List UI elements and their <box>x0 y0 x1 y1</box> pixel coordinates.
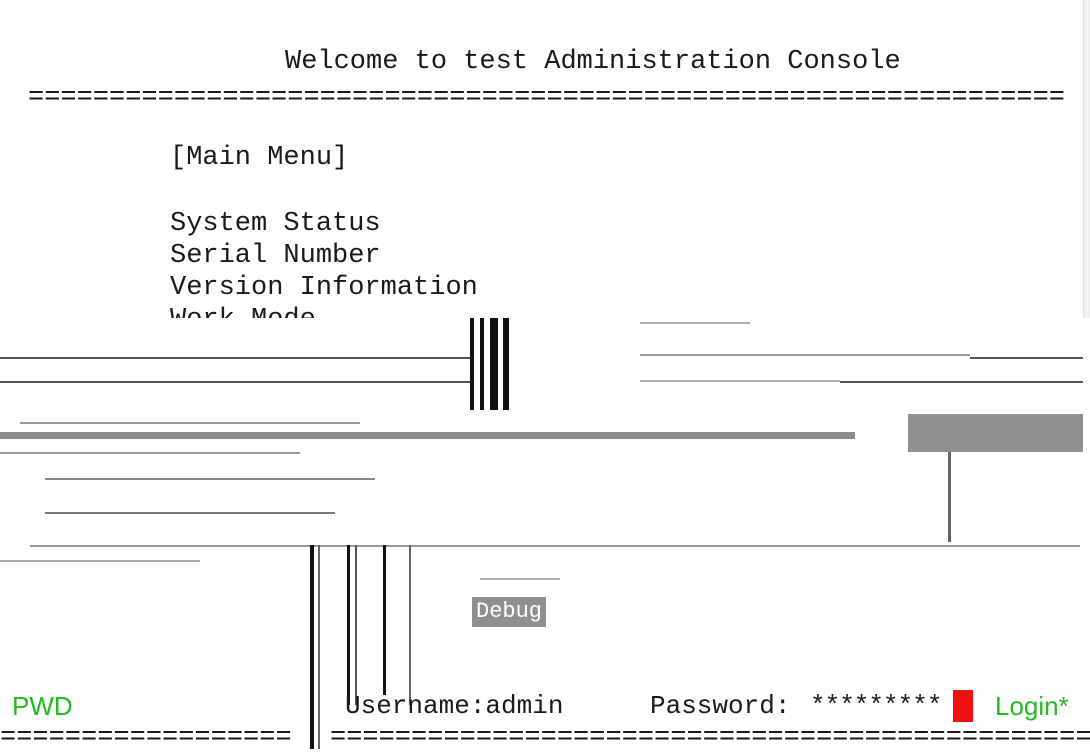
bottom-divider-left: ================== <box>0 723 292 753</box>
pwd-shortcut-key[interactable]: PWD <box>12 690 73 722</box>
password-label: Password: <box>650 691 791 721</box>
menu-item-system-status[interactable]: System Status <box>170 208 381 240</box>
bottom-divider-right: ========================================… <box>330 723 1090 753</box>
menu-item-work-mode[interactable]: Work Mode <box>170 304 316 318</box>
menu-item-serial-number[interactable]: Serial Number <box>170 240 381 272</box>
main-menu-heading: [Main Menu] <box>170 143 349 173</box>
password-field[interactable]: ********* <box>810 690 942 722</box>
login-shortcut-key[interactable]: Login* <box>995 690 1069 722</box>
title-divider: ========================================… <box>28 83 1065 113</box>
menu-item-version-information[interactable]: Version Information <box>170 272 478 304</box>
text-cursor <box>953 690 973 722</box>
scrollbar[interactable] <box>1083 0 1090 318</box>
console-title: Welcome to test Administration Console <box>285 47 901 77</box>
selected-menu-item-debug[interactable]: Debug <box>472 597 547 627</box>
username-display: Username:admin <box>345 691 564 721</box>
